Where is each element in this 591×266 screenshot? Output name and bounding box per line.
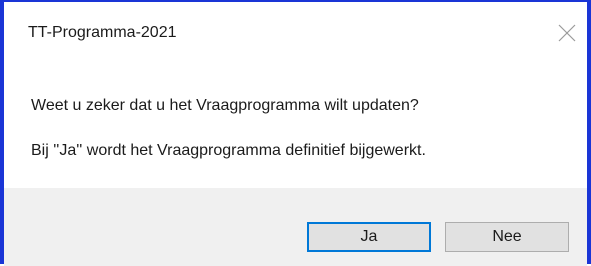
title-bar: TT-Programma-2021 xyxy=(4,2,587,62)
message-dialog: TT-Programma-2021 Weet u zeker dat u het… xyxy=(0,0,591,266)
close-icon[interactable] xyxy=(556,22,578,44)
yes-button[interactable]: Ja xyxy=(307,222,431,252)
message-line-2: Bij ''Ja'' wordt het Vraagprogramma defi… xyxy=(31,142,426,159)
dialog-content: Weet u zeker dat u het Vraagprogramma wi… xyxy=(4,62,587,188)
no-button[interactable]: Nee xyxy=(445,222,569,252)
close-icon-glyph xyxy=(558,24,576,42)
message-line-1: Weet u zeker dat u het Vraagprogramma wi… xyxy=(31,97,419,114)
dialog-title: TT-Programma-2021 xyxy=(28,24,177,41)
button-bar: Ja Nee xyxy=(4,188,587,266)
